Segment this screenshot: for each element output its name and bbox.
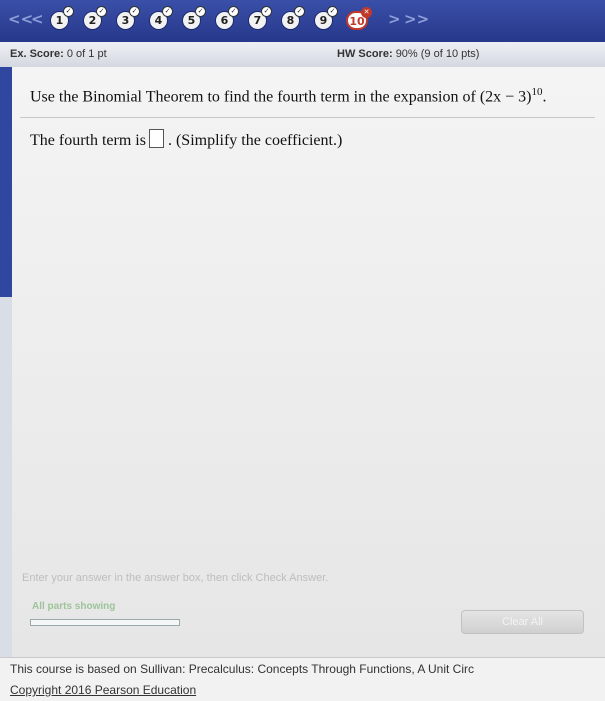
answer-line: The fourth term is . (Simplify the coeffi… bbox=[30, 129, 342, 150]
clear-all-button[interactable]: Clear All bbox=[461, 610, 584, 634]
question-9-button[interactable]: 9 ✓ bbox=[314, 6, 338, 30]
homework-score: HW Score: 90% (9 of 10 pts) bbox=[337, 48, 479, 60]
question-7-button[interactable]: 7 ✓ bbox=[248, 6, 272, 30]
x-icon: ✕ bbox=[361, 7, 372, 18]
divider bbox=[20, 117, 595, 118]
check-icon: ✓ bbox=[129, 6, 140, 17]
course-info-text: This course is based on Sullivan: Precal… bbox=[10, 662, 475, 676]
question-8-button[interactable]: 8 ✓ bbox=[281, 6, 305, 30]
check-icon: ✓ bbox=[294, 6, 305, 17]
check-icon: ✓ bbox=[63, 6, 74, 17]
question-text: Use the Binomial Theorem to find the fou… bbox=[30, 86, 547, 106]
check-icon: ✓ bbox=[261, 6, 272, 17]
question-number: 4 bbox=[154, 14, 163, 27]
question-3-button[interactable]: 3 ✓ bbox=[116, 6, 140, 30]
question-nav-bar: << < 1 ✓ 2 ✓ 3 ✓ 4 ✓ 5 ✓ 6 ✓ 7 ✓ 8 ✓ 9 ✓ 10 ✕ > >> bbox=[0, 0, 605, 42]
ex-score-label: Ex. Score: bbox=[10, 48, 64, 60]
question-10-button[interactable]: 10 ✕ bbox=[346, 7, 372, 30]
question-6-button[interactable]: 6 ✓ bbox=[215, 6, 239, 30]
question-body: Use the Binomial Theorem to find the fou… bbox=[30, 88, 532, 106]
ex-score-value: 0 of 1 pt bbox=[66, 48, 107, 60]
last-question-button[interactable]: >> bbox=[404, 10, 429, 28]
question-2-button[interactable]: 2 ✓ bbox=[83, 6, 107, 30]
check-icon: ✓ bbox=[96, 6, 107, 17]
question-5-button[interactable]: 5 ✓ bbox=[182, 6, 206, 30]
question-number: 8 bbox=[286, 14, 295, 27]
check-icon: ✓ bbox=[195, 6, 206, 17]
all-parts-showing-label: All parts showing bbox=[32, 601, 116, 612]
answer-suffix: . (Simplify the coefficient.) bbox=[167, 132, 343, 149]
check-icon: ✓ bbox=[327, 6, 338, 17]
check-icon: ✓ bbox=[162, 6, 173, 17]
check-icon: ✓ bbox=[228, 6, 239, 17]
question-number: 3 bbox=[121, 14, 130, 27]
instruction-text: Enter your answer in the answer box, the… bbox=[22, 572, 329, 584]
question-panel bbox=[12, 67, 605, 657]
next-question-button[interactable]: > bbox=[388, 10, 401, 28]
answer-prefix: The fourth term is bbox=[30, 132, 146, 149]
left-accent-strip bbox=[0, 67, 12, 297]
copyright-link[interactable]: Copyright 2016 Pearson Education bbox=[10, 683, 196, 697]
parts-progress-bar bbox=[30, 619, 180, 626]
exercise-score: Ex. Score: 0 of 1 pt bbox=[10, 48, 107, 60]
question-number: 5 bbox=[187, 14, 196, 27]
question-number: 7 bbox=[253, 14, 262, 27]
question-number: 6 bbox=[220, 14, 229, 27]
question-exponent: 10 bbox=[531, 86, 543, 98]
score-bar: Ex. Score: 0 of 1 pt HW Score: 90% (9 of… bbox=[0, 42, 605, 68]
question-number: 2 bbox=[88, 14, 97, 27]
question-end: . bbox=[542, 88, 547, 106]
answer-input[interactable] bbox=[148, 129, 164, 148]
first-question-button[interactable]: << bbox=[8, 10, 33, 28]
hw-score-label: HW Score: bbox=[337, 48, 393, 60]
question-number: 1 bbox=[55, 14, 64, 27]
prev-question-button[interactable]: < bbox=[31, 10, 44, 28]
question-4-button[interactable]: 4 ✓ bbox=[149, 6, 173, 30]
footer: This course is based on Sullivan: Precal… bbox=[0, 657, 605, 701]
hw-score-value: 90% (9 of 10 pts) bbox=[395, 48, 480, 60]
question-1-button[interactable]: 1 ✓ bbox=[50, 6, 74, 30]
question-number: 9 bbox=[319, 14, 328, 27]
